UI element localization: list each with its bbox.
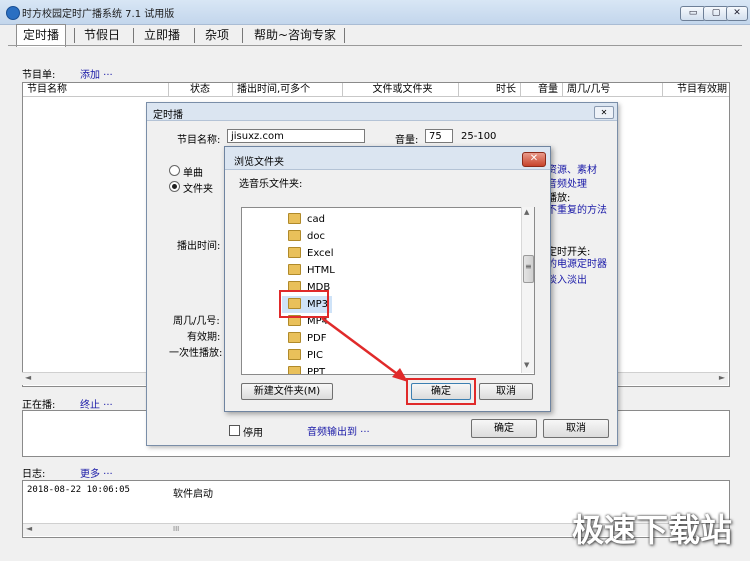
annotation-arrow bbox=[321, 316, 408, 382]
watermark-logo: 极速下载站 bbox=[571, 511, 732, 549]
arrow-line bbox=[321, 316, 401, 378]
arrow-head-icon bbox=[392, 368, 408, 382]
